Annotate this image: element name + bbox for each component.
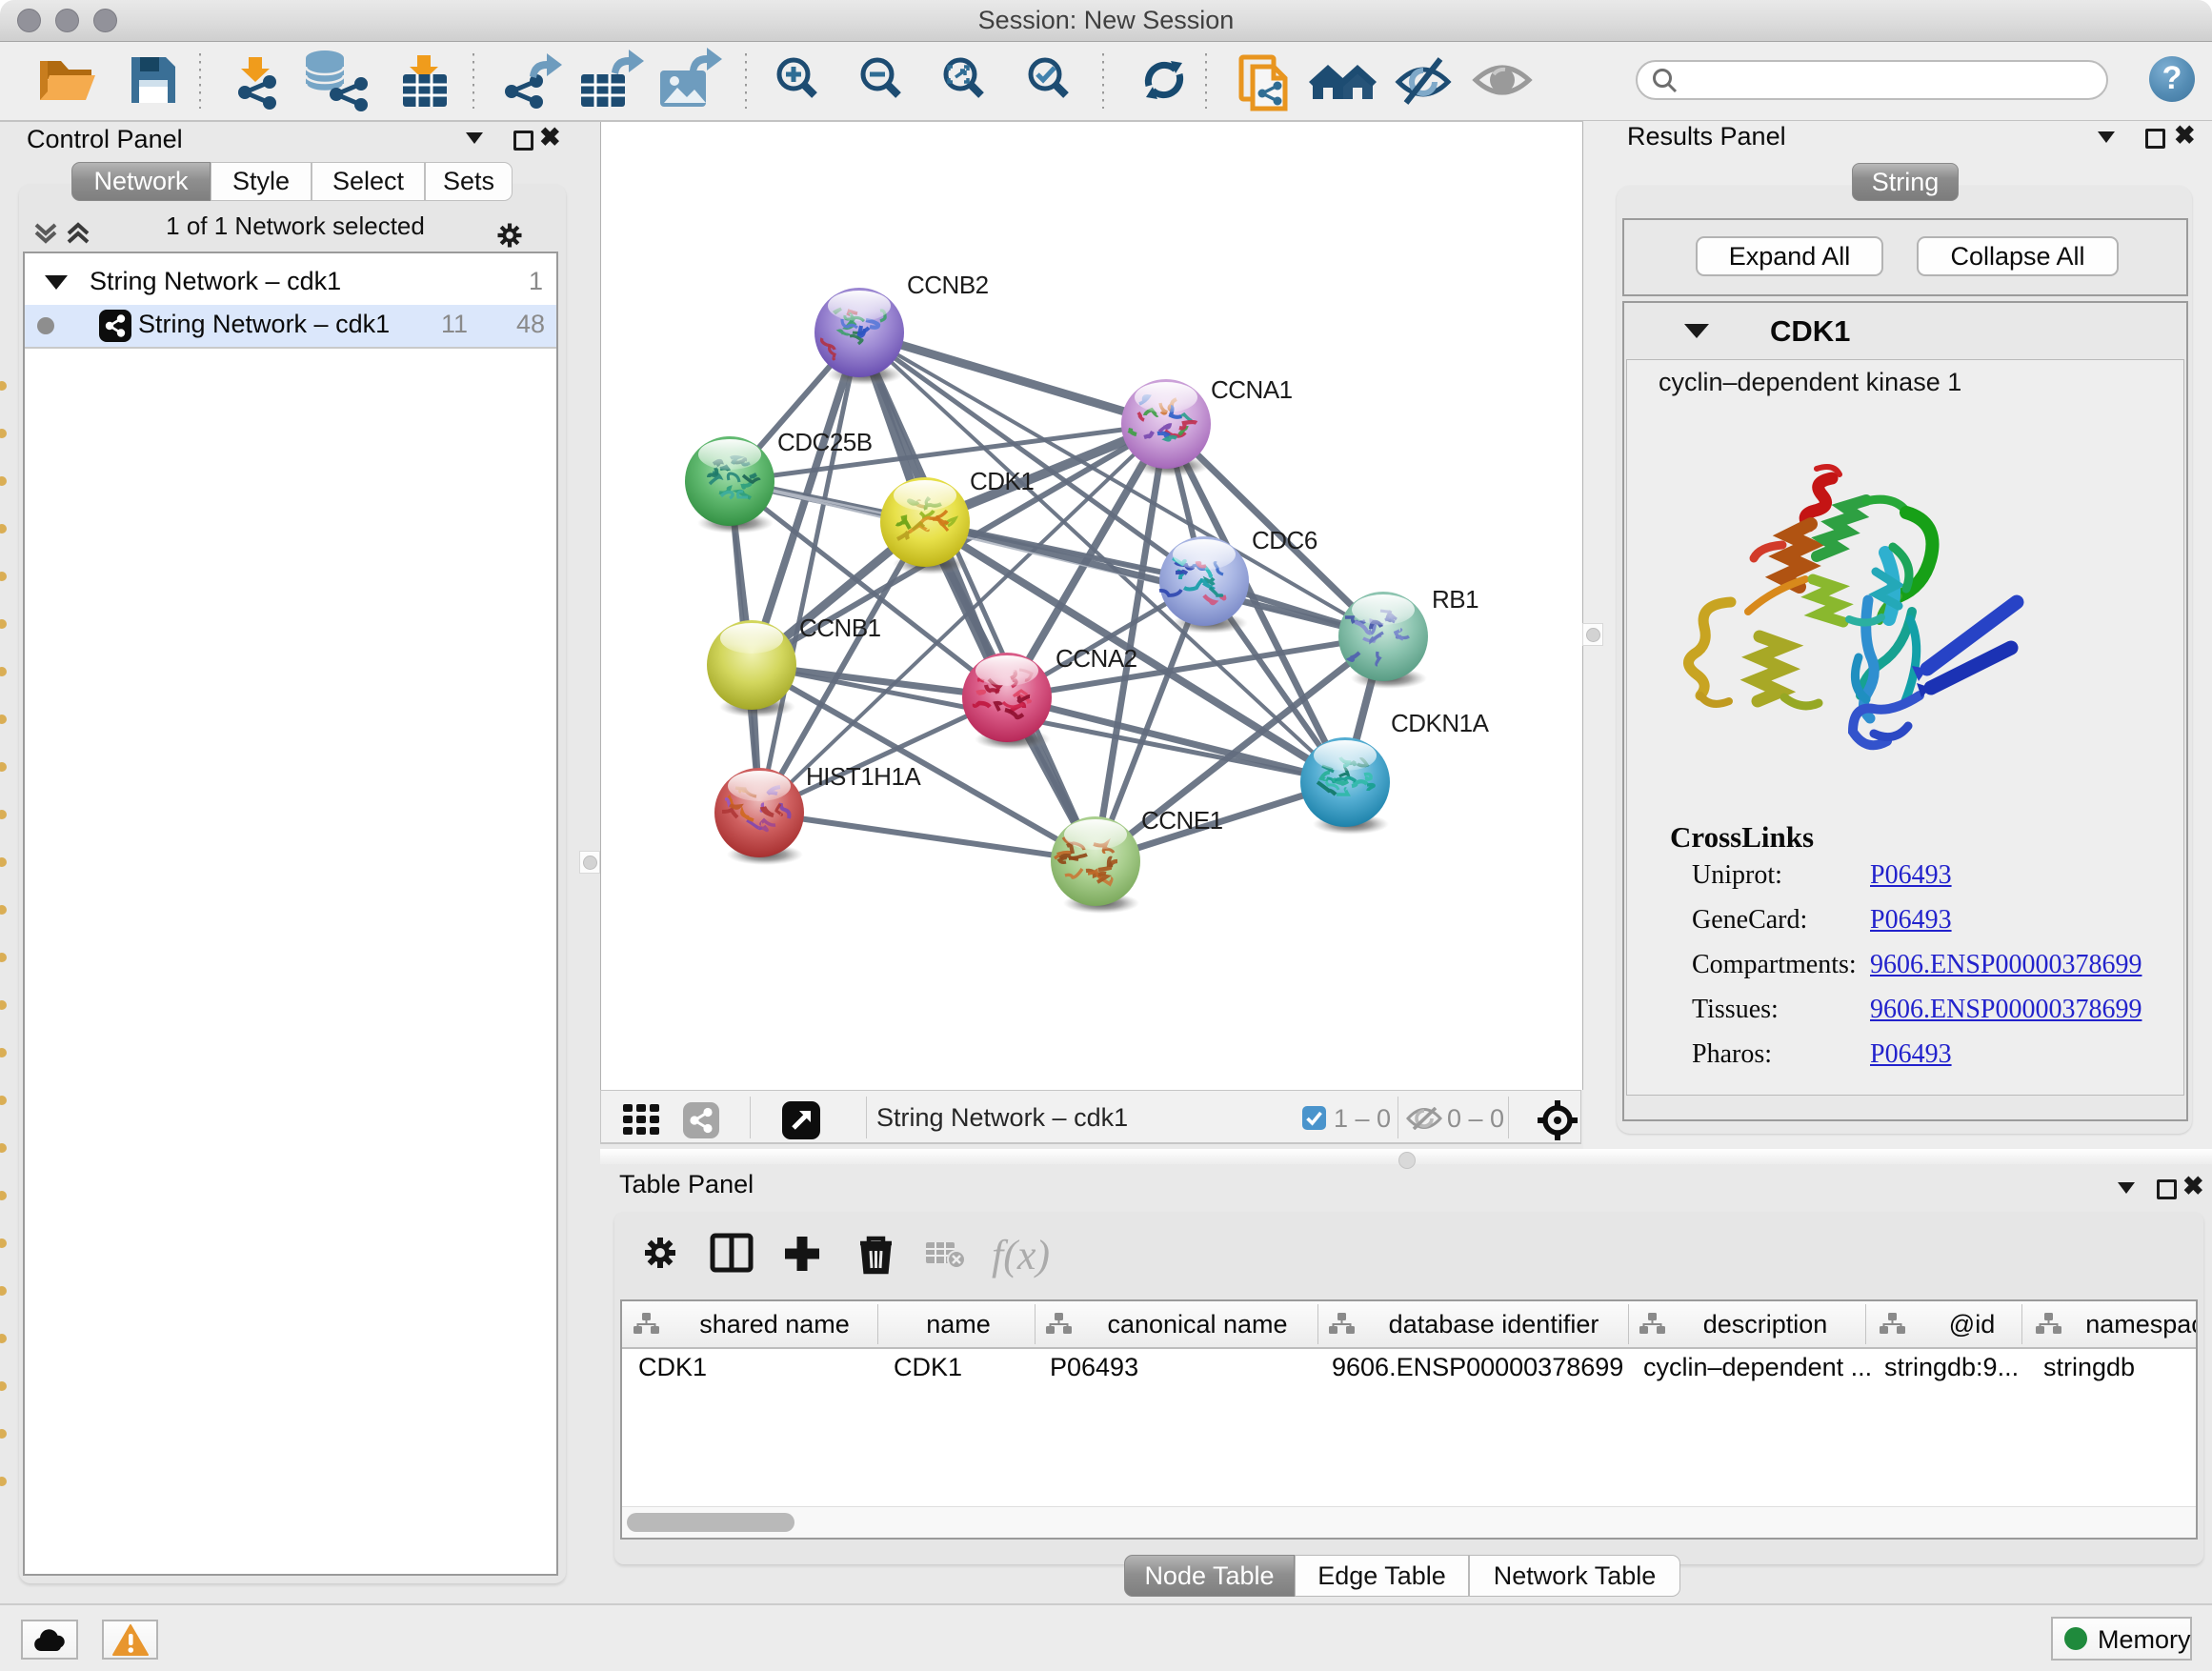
svg-text:CDC6: CDC6 (1252, 526, 1317, 554)
svg-text:CCNA2: CCNA2 (1056, 644, 1137, 673)
svg-text:HIST1H1A: HIST1H1A (806, 762, 921, 791)
svg-text:CCNB1: CCNB1 (799, 614, 881, 642)
svg-text:CDK1: CDK1 (970, 467, 1034, 495)
svg-text:CDC25B: CDC25B (777, 428, 873, 456)
svg-text:RB1: RB1 (1432, 585, 1478, 614)
svg-text:CCNB2: CCNB2 (907, 271, 989, 299)
svg-text:CDKN1A: CDKN1A (1391, 709, 1490, 737)
svg-text:f(x): f(x) (992, 1232, 1050, 1278)
svg-text:CCNE1: CCNE1 (1141, 806, 1223, 835)
svg-text:CCNA1: CCNA1 (1211, 375, 1293, 404)
